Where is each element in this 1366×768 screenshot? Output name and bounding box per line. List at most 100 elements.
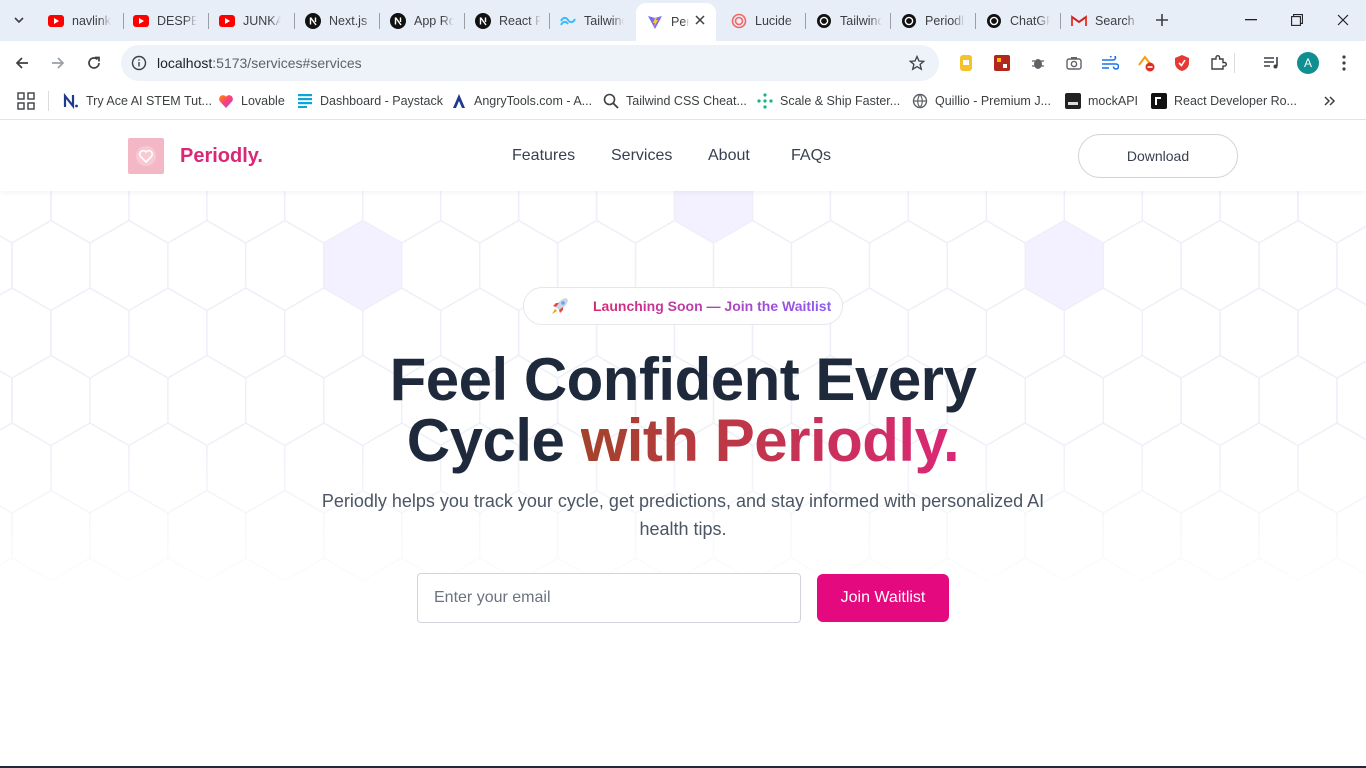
bookmark-label: Try Ace AI STEM Tut... xyxy=(86,94,212,108)
bookmark-label: Tailwind CSS Cheat... xyxy=(626,94,747,108)
browser-tab[interactable]: ChatGPT xyxy=(975,5,1059,36)
bookmarks-bar: Try Ace AI STEM Tut... Lovable Dashboard… xyxy=(0,85,1366,120)
youtube-icon xyxy=(219,13,235,29)
hero-description: Periodly helps you track your cycle, get… xyxy=(321,491,1045,539)
tab-search-icon[interactable] xyxy=(6,7,32,33)
browser-tab[interactable]: DESPERADO xyxy=(122,5,206,36)
tab-title: ChatGPT xyxy=(1010,13,1050,28)
tab-title: Lucide xyxy=(755,13,792,28)
extension-blocked-icon[interactable] xyxy=(1136,53,1156,73)
lucide-icon xyxy=(731,13,747,29)
vite-icon xyxy=(647,14,663,30)
browser-tab[interactable]: JUNKAT xyxy=(208,5,292,36)
bookmark-item[interactable]: Try Ace AI STEM Tut... xyxy=(63,90,212,112)
browser-tab[interactable]: Periodly xyxy=(890,5,974,36)
brand-name[interactable]: Periodly. xyxy=(180,145,263,168)
url-text[interactable]: localhost:5173/services#services xyxy=(157,55,362,71)
minimize-icon[interactable] xyxy=(1228,0,1274,40)
site-info-icon[interactable] xyxy=(129,53,149,73)
logo-heart-icon[interactable] xyxy=(128,138,164,174)
tab-title: Periodly xyxy=(671,15,689,29)
dots-icon xyxy=(757,93,773,109)
camera-icon[interactable] xyxy=(1064,53,1084,73)
browser-tab[interactable]: navlink xyxy=(37,5,121,36)
heart-icon xyxy=(218,93,234,109)
web-page: Periodly. Features Services About FAQs D… xyxy=(0,121,1366,768)
tailwind-icon xyxy=(560,13,576,29)
headline-accent: with Periodly. xyxy=(580,407,960,474)
extensions-puzzle-icon[interactable] xyxy=(1208,53,1228,73)
bookmark-item[interactable]: mockAPI xyxy=(1065,90,1138,112)
nextjs-icon xyxy=(305,12,321,29)
new-tab-button[interactable] xyxy=(1150,8,1174,32)
nav-link-faqs[interactable]: FAQs xyxy=(791,147,831,165)
chatgpt-icon xyxy=(986,13,1002,29)
hero-headline: Feel Confident Every Cycle with Periodly… xyxy=(283,349,1083,471)
apps-grid-icon[interactable] xyxy=(17,92,35,110)
tab-title: App Router xyxy=(414,13,454,28)
bookmark-item[interactable]: Dashboard - Paystack xyxy=(297,90,443,112)
tab-title: navlink xyxy=(72,13,111,28)
nav-link-services[interactable]: Services xyxy=(611,147,672,165)
tab-title: JUNKAT xyxy=(243,13,281,28)
profile-avatar[interactable]: A xyxy=(1297,52,1319,74)
gmail-icon xyxy=(1071,13,1087,29)
angrytools-icon xyxy=(451,93,467,109)
shield-icon[interactable] xyxy=(1172,53,1192,73)
url-host: localhost xyxy=(157,55,213,71)
close-window-icon[interactable] xyxy=(1320,0,1366,40)
browser-tab-active[interactable]: Periodly xyxy=(636,3,716,41)
bookmark-item[interactable]: Lovable xyxy=(218,90,285,112)
browser-tab[interactable]: Search xyxy=(1060,5,1144,36)
youtube-icon xyxy=(133,13,149,29)
browser-toolbar: localhost:5173/services#services A xyxy=(0,41,1366,85)
media-control-icon[interactable] xyxy=(1262,53,1282,73)
close-tab-icon[interactable] xyxy=(692,12,708,28)
reload-icon[interactable] xyxy=(81,50,107,76)
youtube-icon xyxy=(48,13,64,29)
address-bar[interactable]: localhost:5173/services#services xyxy=(121,45,939,81)
browser-menu-icon[interactable] xyxy=(1334,52,1354,74)
rocket-icon xyxy=(552,298,568,314)
browser-tab[interactable]: Tailwind xyxy=(805,5,889,36)
bookmark-item[interactable]: React Developer Ro... xyxy=(1151,90,1297,112)
bookmark-label: Quillio - Premium J... xyxy=(935,94,1051,108)
browser-tab[interactable]: App Router xyxy=(379,5,463,36)
bookmark-item[interactable]: AngryTools.com - A... xyxy=(451,90,592,112)
browser-tab[interactable]: Tailwind xyxy=(549,5,633,36)
browser-tab[interactable]: Lucide xyxy=(720,5,804,36)
chevron-double-right-icon[interactable] xyxy=(1320,91,1340,111)
tab-title: React F xyxy=(499,13,541,28)
nav-link-features[interactable]: Features xyxy=(512,147,575,165)
wind-icon[interactable] xyxy=(1100,53,1120,73)
browser-tab[interactable]: Next.js xyxy=(294,5,378,36)
bookmark-item[interactable]: Quillio - Premium J... xyxy=(912,90,1051,112)
bookmark-label: Scale & Ship Faster... xyxy=(780,94,901,108)
browser-tabstrip: navlink DESPERADO JUNKAT Next.js App Rou… xyxy=(0,0,1366,41)
back-arrow-icon[interactable] xyxy=(9,50,35,76)
join-waitlist-button[interactable]: Join Waitlist xyxy=(817,574,949,622)
toolbar-divider xyxy=(1234,53,1235,73)
bookmark-item[interactable]: Scale & Ship Faster... xyxy=(757,90,900,112)
forward-arrow-icon[interactable] xyxy=(45,50,71,76)
nav-link-about[interactable]: About xyxy=(708,147,750,165)
bookmark-label: Dashboard - Paystack xyxy=(320,94,443,108)
mockapi-icon xyxy=(1065,93,1081,109)
restore-icon[interactable] xyxy=(1274,0,1320,40)
bookmark-item[interactable]: Tailwind CSS Cheat... xyxy=(603,90,747,112)
bookmarks-divider xyxy=(48,91,49,111)
download-button[interactable]: Download xyxy=(1078,134,1238,178)
bug-icon[interactable] xyxy=(1028,53,1048,73)
chatgpt-icon xyxy=(816,13,832,29)
extension-puzzle-red-icon[interactable] xyxy=(992,53,1012,73)
browser-tab[interactable]: React F xyxy=(464,5,548,36)
url-path: :5173/services#services xyxy=(212,55,362,71)
tab-title: Periodly xyxy=(925,13,965,28)
bookmark-label: React Developer Ro... xyxy=(1174,94,1297,108)
launch-badge-text: Launching Soon — Join the Waitlist xyxy=(593,298,832,314)
bookmark-star-icon[interactable] xyxy=(907,53,927,73)
globe-icon xyxy=(912,93,928,109)
extension-yellow-icon[interactable] xyxy=(956,53,976,73)
bookmark-label: mockAPI xyxy=(1088,94,1139,108)
email-input[interactable] xyxy=(417,573,801,623)
